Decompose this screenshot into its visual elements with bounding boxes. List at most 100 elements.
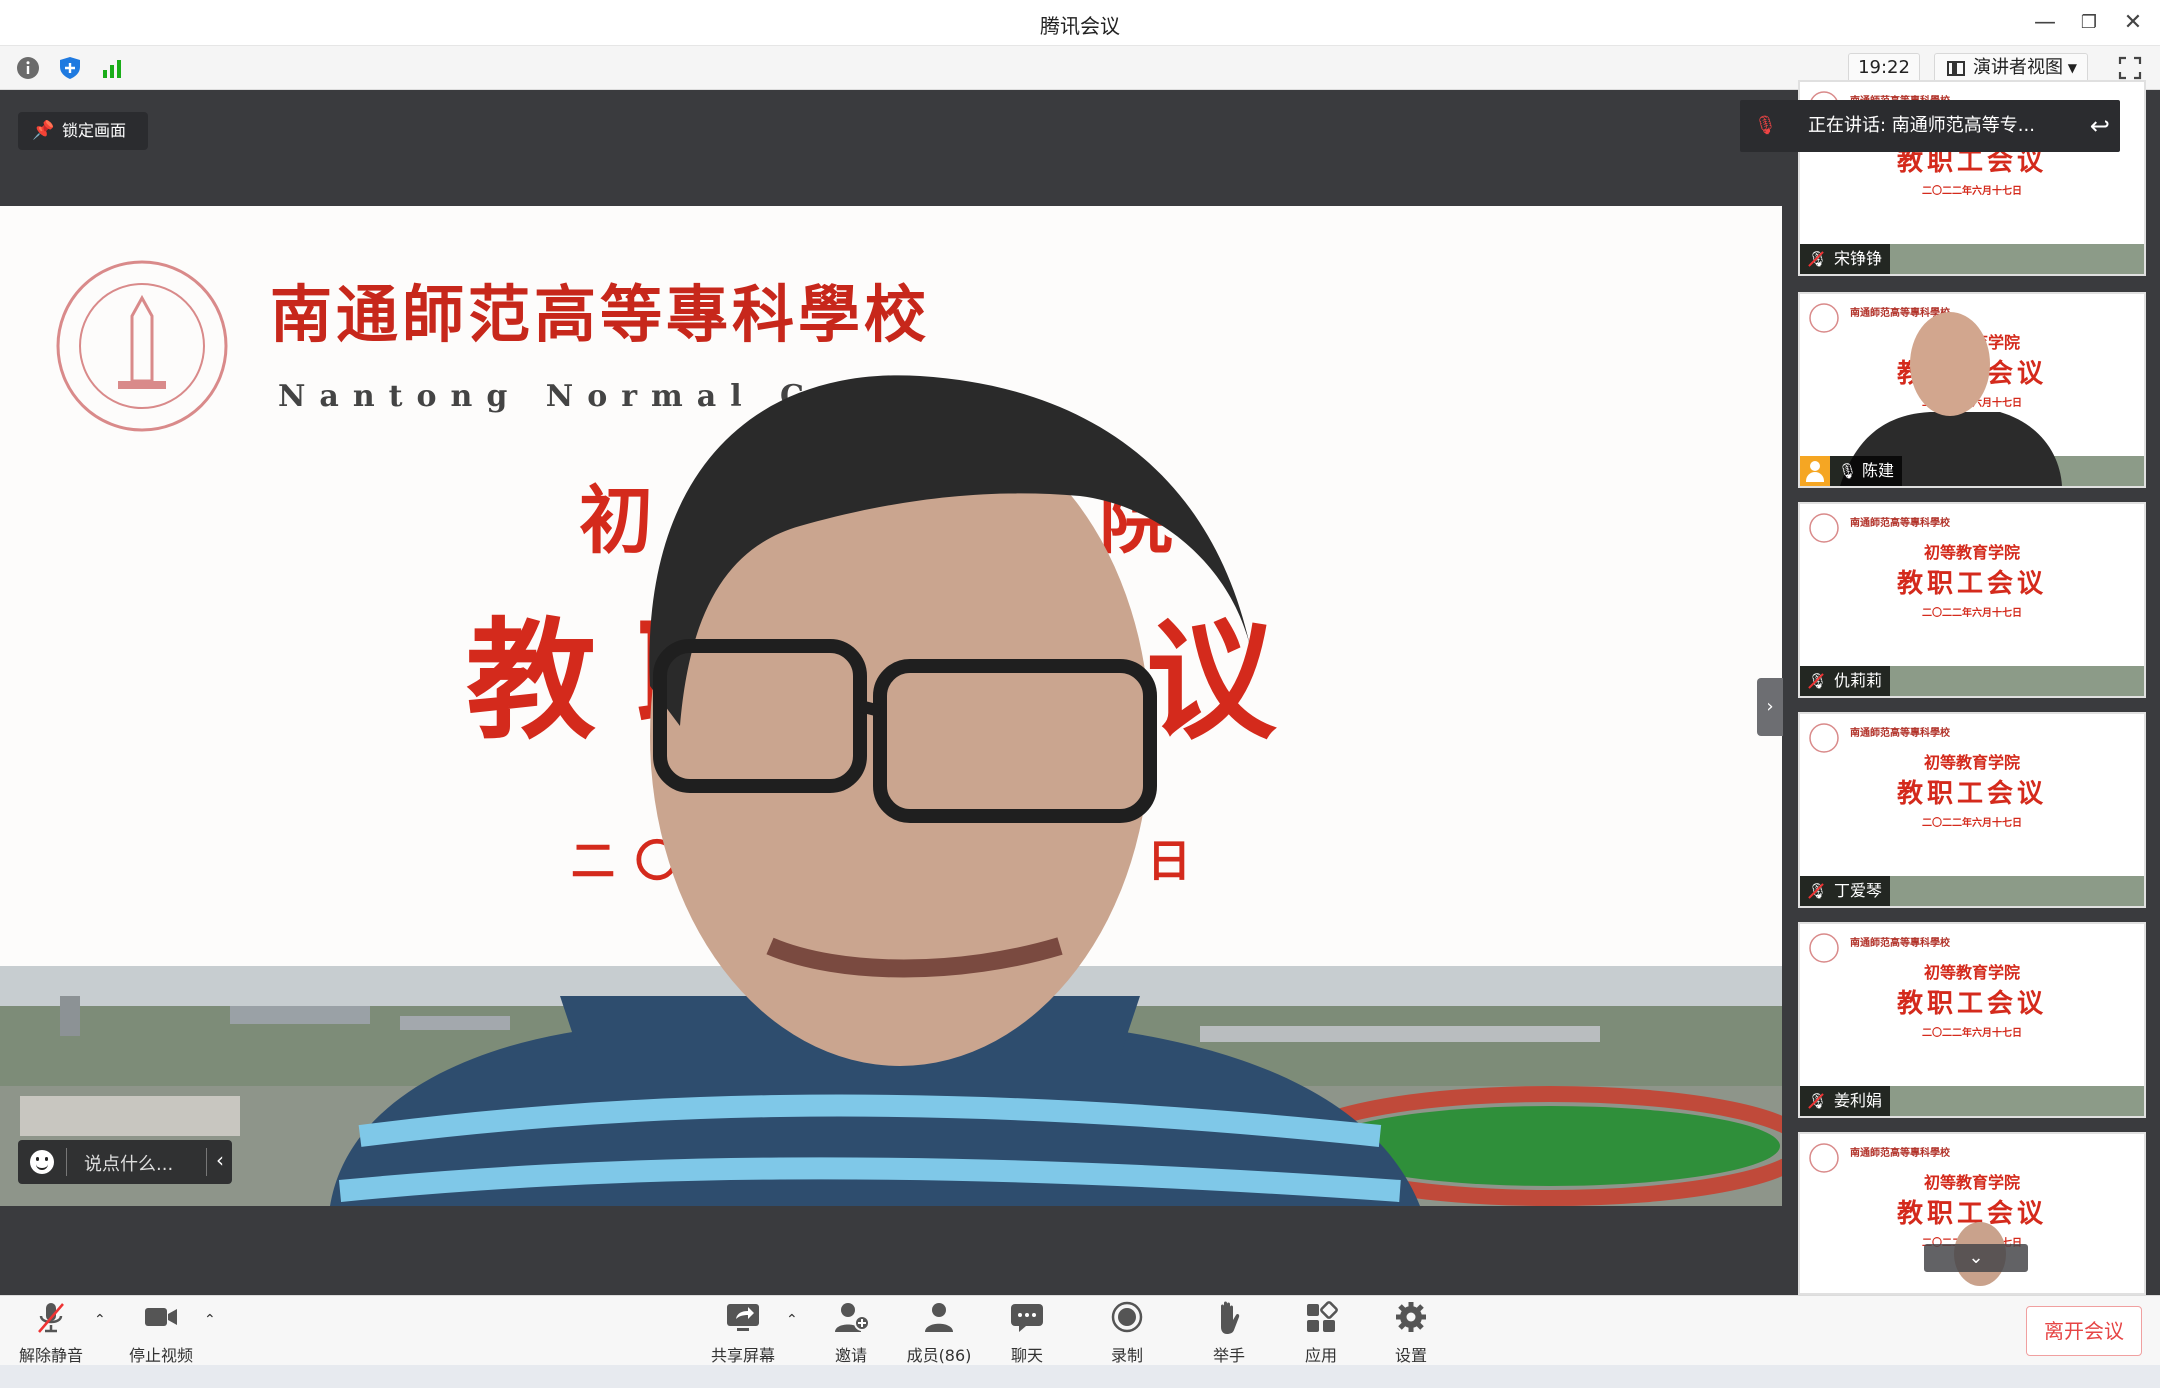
security-shield-icon[interactable] (58, 56, 82, 80)
apps-label: 应用 (1304, 1346, 1337, 1365)
raise-hand-icon (1221, 1301, 1240, 1334)
chat-button[interactable]: 聊天 (982, 1300, 1072, 1365)
record-button[interactable]: 录制 (1082, 1300, 1172, 1365)
thumb-school-name: 南通師范高等專科學校 (1850, 936, 1951, 949)
participant-gallery: 南通師范高等專科學校初等教育学院教职工会议二〇二二年六月十七日 🎙 宋铮铮 南通… (1792, 80, 2160, 1295)
participant-name: 姜利娟 (1834, 1091, 1883, 1110)
divider (206, 1148, 207, 1176)
video-camera-icon (145, 1308, 177, 1326)
close-icon[interactable]: ✕ (2118, 8, 2148, 38)
invite-label: 邀请 (834, 1346, 867, 1365)
add-user-icon (835, 1303, 870, 1332)
members-button[interactable]: 成员(86) (894, 1300, 984, 1365)
view-mode-dropdown[interactable]: 演讲者视图 ▼ (1934, 53, 2088, 83)
thumb-date: 二〇二二年六月十七日 (1922, 1026, 2022, 1039)
collapse-sidebar-button[interactable]: › (1757, 678, 1783, 736)
chevron-up-icon[interactable]: ⌃ (204, 1312, 220, 1328)
thumb-dept: 初等教育学院 (1924, 753, 2020, 772)
chevron-up-icon[interactable]: ⌃ (94, 1312, 110, 1328)
participant-tile[interactable]: 南通師范高等專科學校初等教育学院教职工会议二〇二二年六月十七日 🎙 姜利娟 (1798, 922, 2146, 1118)
share-screen-button[interactable]: 共享屏幕 (698, 1300, 788, 1365)
return-icon[interactable]: ↩ (2090, 100, 2110, 152)
mic-muted-icon: 🎙 (1808, 666, 1827, 696)
mic-muted-icon: 🎙 (1808, 244, 1827, 274)
emoji-icon[interactable] (30, 1150, 54, 1174)
apps-icon (1307, 1301, 1338, 1332)
fullscreen-icon[interactable] (2118, 56, 2142, 80)
invite-button[interactable]: 邀请 (806, 1300, 896, 1365)
share-screen-label: 共享屏幕 (710, 1346, 775, 1365)
info-icon[interactable] (16, 56, 40, 80)
title-bar: 腾讯会议 — ❐ ✕ (0, 0, 2160, 46)
view-mode-label: 演讲者视图 (1973, 57, 2063, 78)
participant-namebar: 🎙 宋铮铮 (1800, 244, 1891, 274)
network-signal-icon[interactable] (100, 56, 124, 80)
main-stage: 📌 锁定画面 南通師范高等專科學校 Nantong Normal College… (0, 90, 1792, 1295)
mic-muted-icon: 🎙 (1808, 876, 1827, 906)
mic-icon: 🎙 (1838, 462, 1858, 480)
participant-name: 仇莉莉 (1834, 671, 1883, 690)
stop-video-button[interactable]: 停止视频 (116, 1300, 206, 1365)
thumb-meeting-title: 教职工会议 (1897, 989, 2047, 1019)
lock-screen-label: 锁定画面 (62, 121, 127, 140)
thumb-meeting-title: 教职工会议 (1897, 569, 2047, 599)
taskbar-strip (0, 1365, 2160, 1388)
mic-muted-icon: 🎙 (1808, 1086, 1827, 1116)
participant-namebar: 🎙 仇莉莉 (1800, 666, 1891, 696)
user-avatar-icon (1800, 456, 1830, 486)
divider (66, 1148, 67, 1176)
chat-label: 聊天 (1010, 1346, 1043, 1365)
meeting-time: 19:22 (1848, 53, 1920, 83)
participant-tile[interactable]: 南通師范高等專科學校初等教育学院教职工会议二〇二二年六月十七日 🎙 陈建 (1798, 292, 2146, 488)
meeting-window: 腾讯会议 — ❐ ✕ 19:22 演讲者视图 ▼ 📌 锁定画面 南通師范高等專科… (0, 0, 2160, 1388)
share-screen-icon (727, 1304, 759, 1331)
settings-button[interactable]: 设置 (1366, 1300, 1456, 1365)
members-label: 成员(86) (906, 1346, 972, 1365)
thumb-date: 二〇二二年六月十七日 (1922, 606, 2022, 619)
participant-name: 丁爱琴 (1834, 881, 1883, 900)
thumb-date: 二〇二二年六月十七日 (1922, 184, 2022, 197)
thumb-meeting-title: 教职工会议 (1897, 779, 2047, 809)
thumb-school-name: 南通師范高等專科學校 (1850, 726, 1951, 739)
participant-namebar: 🎙 姜利娟 (1800, 1086, 1891, 1116)
leave-meeting-button[interactable]: 离开会议 (2026, 1306, 2142, 1356)
unmute-button[interactable]: 解除静音 (6, 1300, 96, 1365)
speaking-text: 正在讲话: 南通师范高等专... (1808, 115, 2035, 136)
slide-background: 南通師范高等專科學校Nantong Normal College初等教育学院教职… (0, 206, 1782, 1206)
chevron-up-icon[interactable]: ⌃ (786, 1312, 802, 1328)
participant-name: 陈建 (1862, 461, 1895, 480)
participant-name: 宋铮铮 (1834, 249, 1883, 268)
mic-muted-icon: 🎙 (1754, 115, 1777, 136)
mic-muted-icon (38, 1303, 64, 1333)
lock-screen-button[interactable]: 📌 锁定画面 (18, 112, 148, 150)
main-video: 南通師范高等專科學校Nantong Normal College初等教育学院教职… (0, 206, 1782, 1206)
thumb-date: 二〇二二年六月十七日 (1922, 816, 2022, 829)
apps-button[interactable]: 应用 (1276, 1300, 1366, 1365)
restore-icon[interactable]: ❐ (2074, 8, 2104, 38)
thumb-dept: 初等教育学院 (1924, 963, 2020, 982)
members-icon (925, 1303, 953, 1332)
gear-icon (1396, 1302, 1426, 1332)
thumb-school-name: 南通師范高等專科學校 (1850, 516, 1951, 529)
raise-hand-label: 举手 (1212, 1346, 1245, 1365)
pin-icon: 📌 (32, 120, 55, 141)
participant-tile[interactable]: 南通師范高等專科學校初等教育学院教职工会议二〇二二年六月十七日 🎙 丁爱琴 (1798, 712, 2146, 908)
thumb-school-name: 南通師范高等專科學校 (1850, 1146, 1951, 1159)
slide-school-name: 南通師范高等專科學校 (270, 278, 930, 351)
chat-icon (1011, 1304, 1043, 1332)
settings-label: 设置 (1394, 1346, 1427, 1365)
chat-placeholder[interactable]: 说点什么... (84, 1150, 173, 1176)
participant-namebar: 🎙 丁爱琴 (1800, 876, 1891, 906)
bottom-toolbar: 解除静音 ⌃ 停止视频 ⌃ 共享屏幕 ⌃ 邀请 成员(86) 聊天 录制 举手 … (0, 1295, 2160, 1365)
chat-input-bar[interactable]: 说点什么... ‹ (18, 1140, 232, 1184)
speaker-view-icon (1947, 61, 1965, 76)
chevron-left-icon[interactable]: ‹ (216, 1148, 224, 1172)
minimize-icon[interactable]: — (2030, 8, 2060, 38)
scroll-down-button[interactable]: ⌄ (1924, 1244, 2028, 1272)
participant-tile[interactable]: 南通師范高等專科學校 初等教育学院 教职工会议 二〇二二年六月十七日 🎙 仇莉莉 (1798, 502, 2146, 698)
raise-hand-button[interactable]: 举手 (1184, 1300, 1274, 1365)
unmute-label: 解除静音 (18, 1346, 83, 1365)
speaking-indicator: 🎙 正在讲话: 南通师范高等专... ↩ (1740, 100, 2120, 152)
participant-namebar: 🎙 陈建 (1830, 456, 1903, 486)
thumb-dept: 初等教育学院 (1924, 1173, 2020, 1192)
